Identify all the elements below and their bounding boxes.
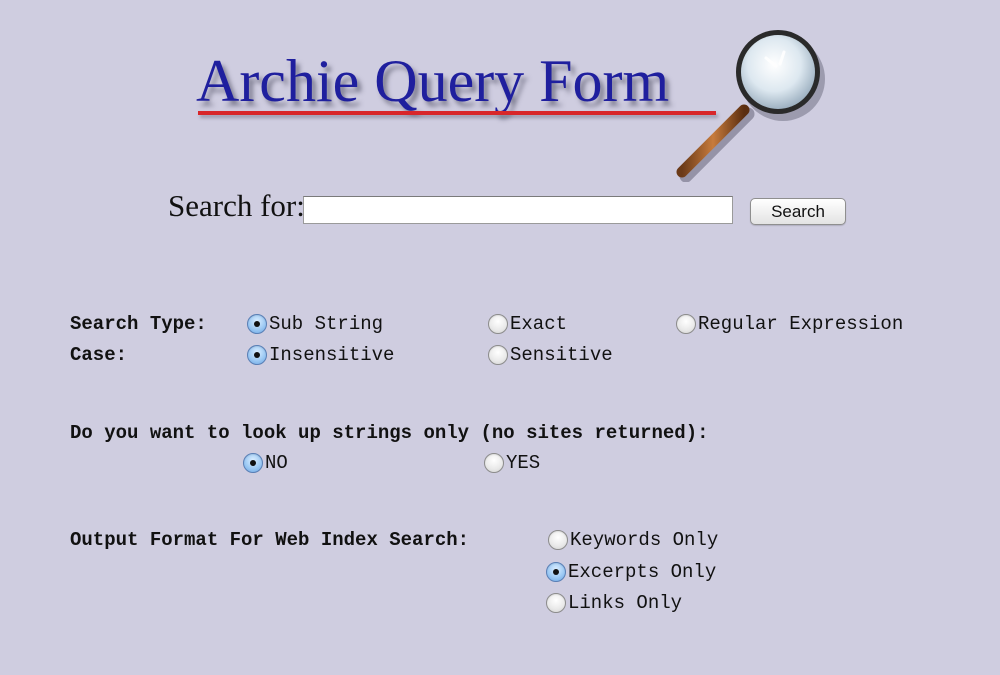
- strings-only-no-radio[interactable]: NO: [243, 451, 288, 475]
- radio-indicator[interactable]: [488, 314, 508, 334]
- radio-indicator[interactable]: [546, 593, 566, 613]
- page-title: Archie Query Form: [196, 48, 670, 114]
- radio-selected-indicator[interactable]: [247, 314, 267, 334]
- radio-selected-indicator[interactable]: [243, 453, 263, 473]
- radio-label: YES: [506, 452, 541, 474]
- radio-indicator[interactable]: [484, 453, 504, 473]
- radio-selected-indicator[interactable]: [247, 345, 267, 365]
- output-keywords-radio[interactable]: Keywords Only: [548, 528, 718, 552]
- search-type-exact-radio[interactable]: Exact: [488, 312, 567, 336]
- radio-label: Sensitive: [510, 344, 613, 366]
- case-insensitive-radio[interactable]: Insensitive: [247, 343, 394, 367]
- radio-label: Excerpts Only: [568, 561, 717, 583]
- radio-selected-indicator[interactable]: [546, 562, 566, 582]
- magnifying-glass-icon: [676, 30, 825, 182]
- search-button[interactable]: Search: [750, 198, 846, 225]
- radio-label: Exact: [510, 313, 568, 335]
- radio-label: NO: [265, 452, 288, 474]
- strings-only-label: Do you want to look up strings only (no …: [70, 422, 709, 444]
- case-label: Case:: [70, 344, 128, 366]
- radio-label: Keywords Only: [570, 529, 719, 551]
- search-type-label: Search Type:: [70, 313, 207, 335]
- search-type-substring-radio[interactable]: Sub String: [247, 312, 383, 336]
- radio-label: Sub String: [269, 313, 384, 335]
- radio-indicator[interactable]: [548, 530, 568, 550]
- strings-only-yes-radio[interactable]: YES: [484, 451, 540, 475]
- output-excerpts-radio[interactable]: Excerpts Only: [546, 560, 716, 584]
- radio-label: Regular Expression: [698, 313, 904, 335]
- output-links-radio[interactable]: Links Only: [546, 591, 682, 615]
- search-type-regex-radio[interactable]: Regular Expression: [676, 312, 903, 336]
- radio-indicator[interactable]: [488, 345, 508, 365]
- radio-indicator[interactable]: [676, 314, 696, 334]
- title-underline: [198, 111, 716, 115]
- search-input[interactable]: [303, 196, 733, 224]
- radio-label: Insensitive: [269, 344, 395, 366]
- case-sensitive-radio[interactable]: Sensitive: [488, 343, 613, 367]
- radio-label: Links Only: [568, 592, 683, 614]
- search-label: Search for:: [168, 188, 305, 223]
- output-format-label: Output Format For Web Index Search:: [70, 529, 470, 551]
